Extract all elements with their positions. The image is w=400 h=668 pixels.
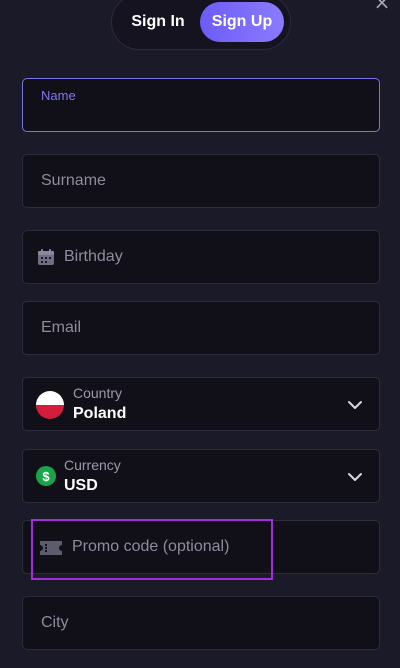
surname-placeholder: Surname: [41, 172, 106, 189]
email-field[interactable]: Email: [22, 301, 380, 355]
ticket-icon: [40, 541, 62, 555]
city-field[interactable]: City: [22, 596, 380, 650]
city-placeholder: City: [41, 614, 69, 631]
country-select[interactable]: Country Poland: [22, 377, 380, 431]
chevron-down-icon[interactable]: [345, 467, 365, 487]
currency-label: Currency: [64, 457, 121, 473]
currency-select[interactable]: $ Currency USD: [22, 449, 380, 503]
promo-code-field[interactable]: Promo code (optional): [22, 520, 380, 574]
currency-value: USD: [64, 477, 98, 494]
name-field[interactable]: Name: [22, 78, 380, 132]
email-placeholder: Email: [41, 319, 82, 336]
close-icon[interactable]: ×: [372, 0, 392, 12]
tab-sign-up[interactable]: Sign Up: [200, 2, 284, 42]
birthday-field[interactable]: Birthday: [22, 230, 380, 284]
birthday-placeholder: Birthday: [64, 248, 123, 265]
calendar-icon: [38, 249, 54, 265]
chevron-down-icon[interactable]: [345, 395, 365, 415]
surname-field[interactable]: Surname: [22, 154, 380, 208]
country-value: Poland: [73, 405, 127, 422]
tab-sign-in[interactable]: Sign In: [116, 2, 200, 42]
dollar-icon: $: [36, 466, 56, 486]
auth-tabs: Sign In Sign Up: [111, 0, 291, 50]
name-field-label: Name: [41, 88, 76, 103]
country-label: Country: [73, 385, 123, 401]
promo-code-placeholder: Promo code (optional): [72, 538, 230, 555]
poland-flag-icon: [36, 391, 64, 419]
